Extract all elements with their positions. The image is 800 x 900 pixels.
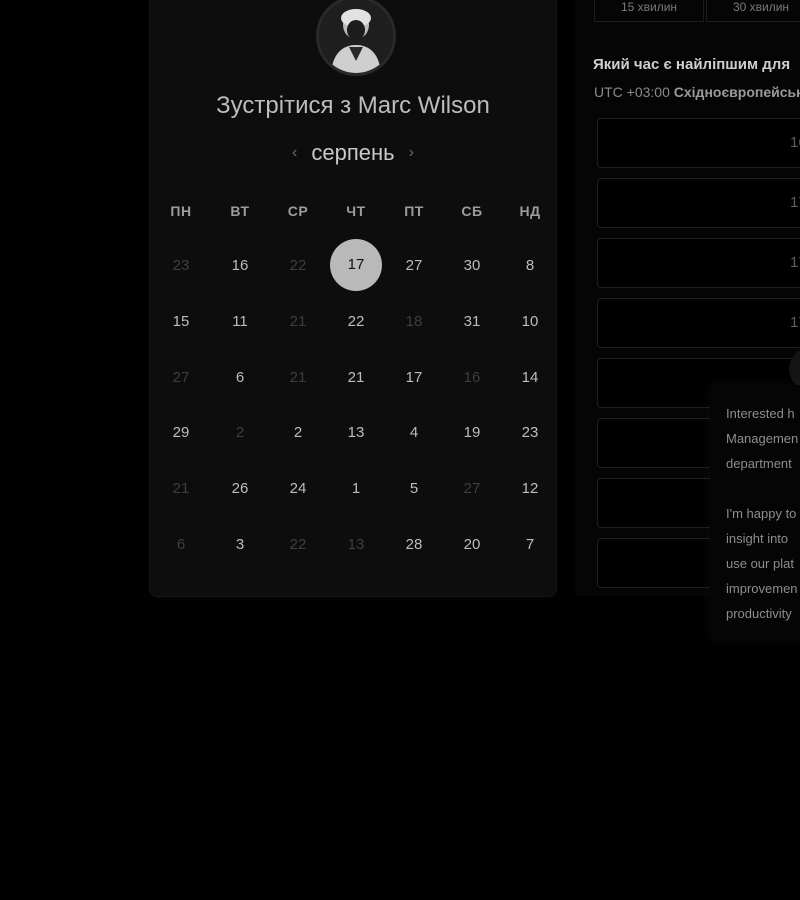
calendar-day: 6 [176, 536, 186, 553]
calendar-day[interactable]: 20 [446, 519, 498, 571]
weekday-label: ПТ [404, 203, 424, 219]
weekday-label: СР [287, 203, 309, 219]
time-slot-label: 16:45 [790, 134, 800, 151]
chat-message-line: productivity [726, 606, 792, 621]
time-slot-label: 17:00 [790, 194, 800, 211]
timezone-offset: UTC +03:00 [594, 84, 670, 100]
calendar-day[interactable]: 3 [214, 519, 266, 571]
duration-option-30[interactable]: 30 хвилин [706, 0, 800, 22]
calendar-day[interactable]: 27 [388, 240, 440, 292]
chat-message-line: I'm happy to [726, 506, 797, 521]
calendar-day: 21 [172, 480, 190, 497]
time-slot[interactable]: 17:00 [597, 178, 800, 228]
calendar-day: 16 [463, 369, 481, 386]
calendar-day[interactable]: 10 [504, 296, 556, 348]
calendar-day: 21 [289, 369, 307, 386]
calendar-day[interactable]: 21 [330, 352, 382, 404]
calendar-day[interactable]: 8 [504, 240, 556, 292]
chat-message-line [726, 476, 800, 501]
time-slot[interactable]: 17:30 [597, 298, 800, 348]
calendar-day: 21 [289, 313, 307, 330]
calendar-day[interactable]: 28 [388, 519, 440, 571]
time-slot-label: 17:15 [790, 254, 800, 271]
calendar-day[interactable]: 22 [330, 296, 382, 348]
calendar-day[interactable]: 26 [214, 463, 266, 515]
calendar-day[interactable]: 24 [272, 463, 324, 515]
calendar-day: 22 [289, 536, 307, 553]
chevron-left-icon[interactable]: ‹ [278, 144, 311, 162]
timezone-name: Східноєвропейськ [673, 84, 800, 100]
weekday-label: ПН [170, 203, 192, 219]
person-avatar-icon [319, 0, 393, 73]
calendar-day: 18 [405, 313, 423, 330]
calendar-day[interactable]: 17 [388, 352, 440, 404]
chat-message-line: Managemen [726, 431, 799, 446]
calendar-day[interactable]: 16 [214, 240, 266, 292]
timezone-selector[interactable]: UTC +03:00 Східноєвропейськ [594, 84, 800, 100]
calendar-day[interactable]: 13 [330, 407, 382, 459]
weekday-label: НД [519, 203, 541, 219]
calendar-day: 23 [172, 257, 190, 274]
calendar-day-selected[interactable]: 17 [330, 239, 382, 291]
calendar-day[interactable]: 29 [155, 407, 207, 459]
chat-message-line: department [726, 456, 792, 471]
time-slot-label: 17:30 [790, 314, 800, 331]
weekday-label: ВТ [230, 203, 250, 219]
calendar-day[interactable]: 2 [272, 407, 324, 459]
chevron-right-icon[interactable]: › [395, 144, 428, 162]
calendar-day[interactable]: 4 [388, 407, 440, 459]
calendar-day[interactable]: 31 [446, 296, 498, 348]
chat-popup[interactable]: Interested h Managemen department I'm happy… [710, 385, 800, 640]
calendar-day: 27 [172, 369, 190, 386]
calendar-day: 13 [347, 536, 365, 553]
calendar-day[interactable]: 12 [504, 463, 556, 515]
duration-option-15[interactable]: 15 хвилин [594, 0, 704, 22]
calendar-day[interactable]: 7 [504, 519, 556, 571]
chat-message-line: improvemen [726, 581, 798, 596]
calendar-day[interactable]: 1 [330, 463, 382, 515]
month-navigator: ‹ серпень › [150, 140, 556, 166]
time-slot[interactable]: 16:45 [597, 118, 800, 168]
calendar-day[interactable]: 19 [446, 407, 498, 459]
calendar-day[interactable]: 11 [214, 296, 266, 348]
chat-message-line: insight into [726, 531, 789, 546]
time-slot[interactable]: 17:15 [597, 238, 800, 288]
calendar-day[interactable]: 23 [504, 407, 556, 459]
calendar-day[interactable]: 14 [504, 352, 556, 404]
weekday-label: ЧТ [346, 203, 366, 219]
calendar-day[interactable]: 5 [388, 463, 440, 515]
weekday-label: СБ [461, 203, 483, 219]
calendar-day: 22 [289, 257, 307, 274]
calendar-day[interactable]: 30 [446, 240, 498, 292]
chat-message-line: Interested h [726, 406, 795, 421]
calendar-day: 2 [235, 424, 245, 441]
chat-message-line: use our plat [726, 556, 794, 571]
calendar-day[interactable]: 6 [214, 352, 266, 404]
calendar-day: 27 [463, 480, 481, 497]
best-time-heading: Який час є найліпшим для [593, 56, 791, 73]
meeting-title: Зустрітися з Marc Wilson [216, 92, 490, 119]
calendar-day[interactable]: 15 [155, 296, 207, 348]
month-label: серпень [311, 140, 395, 165]
